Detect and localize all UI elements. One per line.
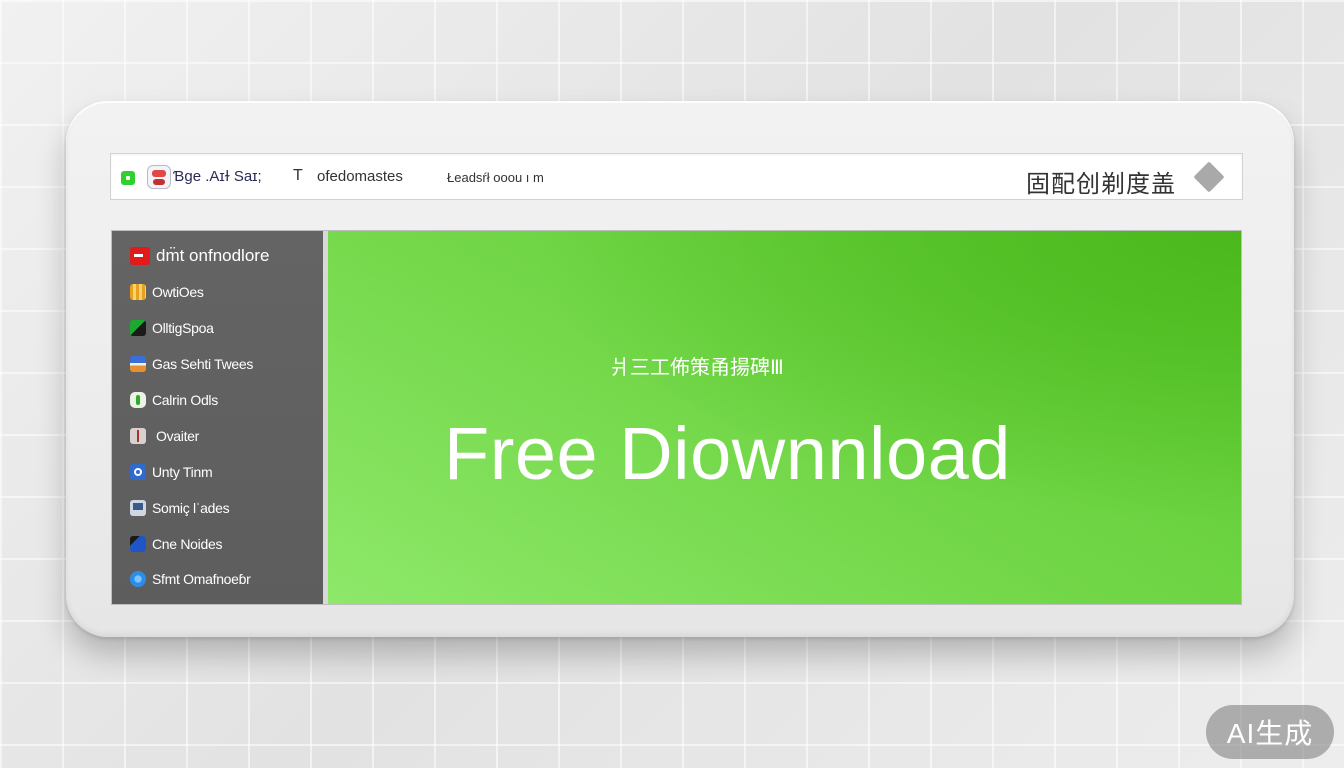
- app-title: Ɓge .Aɪɫ Saɪ;: [173, 168, 262, 185]
- sidebar-item-2[interactable]: OlltiɡSpoa: [130, 317, 214, 339]
- sidebar-item-label: Calrin Odls: [152, 392, 218, 408]
- sidebar-item-label: Gas Sehti Twees: [152, 356, 254, 372]
- blue-pen-icon: [130, 536, 146, 552]
- sidebar-item-label: Sfmt Omafnoeɓr: [152, 571, 251, 587]
- sidebar: dm̈t onfnodlore OwtiOes OlltiɡSpoa Gas S…: [112, 231, 323, 604]
- tab-item-2[interactable]: Łeadsŕł ooou ı m: [447, 170, 544, 185]
- text-cursor-icon: T: [293, 167, 303, 184]
- free-download-link[interactable]: Free Diownnload: [444, 411, 1011, 496]
- blue-circle-app-icon: [130, 464, 146, 480]
- sidebar-item-9[interactable]: Sfmt Omafnoeɓr: [130, 568, 251, 590]
- app-badge-icon[interactable]: [147, 165, 171, 189]
- monitor-icon: [130, 500, 146, 516]
- blue-dot-icon: [130, 571, 146, 587]
- green-square-icon: [121, 171, 135, 185]
- blue-orange-card-icon: [130, 356, 146, 372]
- main-content: dm̈t onfnodlore OwtiOes OlltiɡSpoa Gas S…: [111, 230, 1242, 605]
- sidebar-item-1[interactable]: OwtiOes: [130, 281, 204, 303]
- sidebar-item-label: Unty Tinm: [152, 464, 213, 480]
- sidebar-item-3[interactable]: Gas Sehti Twees: [130, 353, 253, 375]
- sidebar-item-8[interactable]: Cne Noides: [130, 533, 222, 555]
- green-black-flag-icon: [130, 320, 146, 336]
- sidebar-item-label: Somiç lˈades: [152, 500, 230, 516]
- sidebar-item-label: OlltiɡSpoa: [152, 320, 214, 336]
- top-bar: Ɓge .Aɪɫ Saɪ; T ofedomastes Łeadsŕł ooou…: [110, 153, 1243, 200]
- diamond-icon[interactable]: [1193, 161, 1225, 193]
- green-leaf-icon: [130, 392, 146, 408]
- hero-banner: 爿三工佈策甬揚碑Ⅲ Free Diownnload: [328, 231, 1241, 604]
- hero-subtitle: 爿三工佈策甬揚碑Ⅲ: [610, 357, 784, 379]
- sidebar-item-5[interactable]: Ovaiter: [130, 425, 199, 447]
- orange-grid-icon: [130, 284, 146, 300]
- sidebar-item-4[interactable]: Calrin Odls: [130, 389, 218, 411]
- sidebar-item-7[interactable]: Somiç lˈades: [130, 497, 230, 519]
- header-right-label: 固配创剃度盖: [1026, 171, 1176, 198]
- tab-item-1[interactable]: ofedomastes: [317, 168, 403, 185]
- sidebar-header[interactable]: dm̈t onfnodlore: [130, 245, 269, 267]
- sidebar-item-label: Cne Noides: [152, 536, 223, 552]
- sidebar-item-label: OwtiOes: [152, 284, 204, 300]
- gift-icon: [130, 428, 146, 444]
- red-app-icon: [130, 247, 150, 265]
- sidebar-header-label: dm̈t onfnodlore: [156, 246, 270, 265]
- sidebar-item-6[interactable]: Unty Tinm: [130, 461, 213, 483]
- sidebar-item-label: Ovaiter: [156, 428, 200, 444]
- ai-generated-badge: AI生成: [1206, 705, 1334, 759]
